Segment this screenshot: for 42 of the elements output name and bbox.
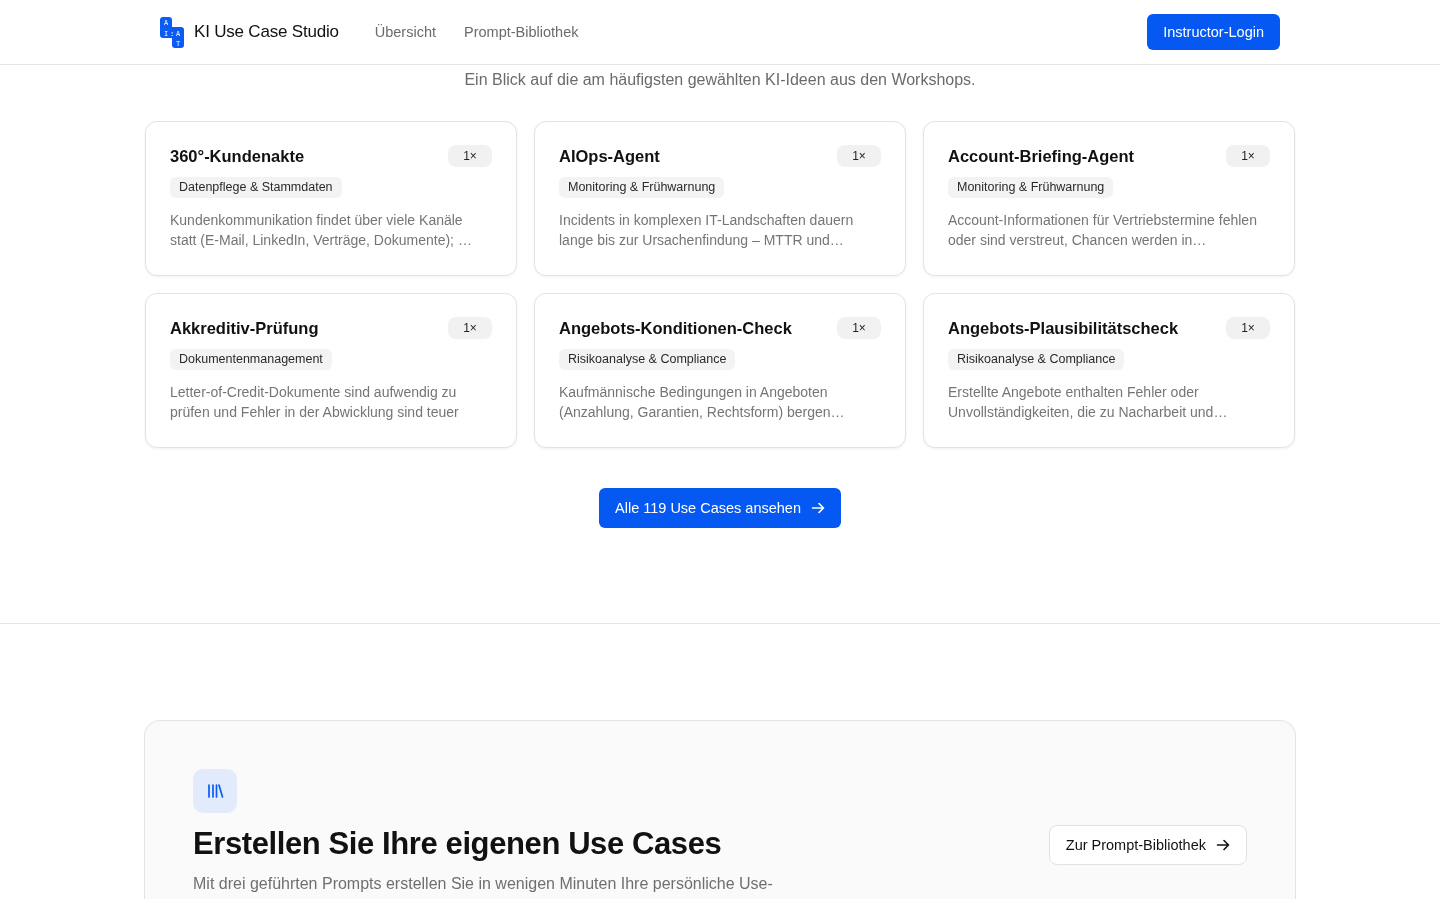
- card-description: Account-Informationen für Vertriebstermine fehlen oder sind verstreut, Chancen werden in…: [948, 211, 1258, 250]
- card-description: Kundenkommunikation findet über viele Kanäle statt (E-Mail, LinkedIn, Verträge, Dokumente); …: [170, 211, 473, 250]
- card-title: Angebots-Konditionen-Check: [559, 318, 792, 338]
- card-description: Kaufmännische Bedingungen in Angeboten (Anzahlung, Garantien, Rechtsform) bergen…: [559, 383, 846, 422]
- use-case-card[interactable]: Account-Briefing-Agent 1× Monitoring & Frühwarnung Account-Informationen für Vertriebstermine fehlen oder sind verstreut, Chancen werden in…: [923, 121, 1295, 276]
- category-tag: Monitoring & Frühwarnung: [559, 177, 725, 198]
- category-tag: Risikoanalyse & Compliance: [948, 349, 1125, 370]
- use-case-card[interactable]: Akkreditiv-Prüfung 1× Dokumentenmanagement Letter-of-Credit-Dokumente sind aufwendig zu prüfen und Fehler in der Abwicklung sind teuer: [145, 293, 517, 448]
- nav-link[interactable]: Übersicht: [374, 24, 436, 40]
- use-case-card[interactable]: 360°-Kundenakte 1× Datenpflege & Stammdaten Kundenkommunikation findet über viele Kanäle statt (E-Mail, LinkedIn, Verträge, Dokumente); …: [145, 121, 517, 276]
- arrow-right-icon: [1216, 838, 1230, 852]
- use-case-card[interactable]: Angebots-Plausibilitätscheck 1× Risikoanalyse & Compliance Erstellte Angebote enthalten Fehler oder Unvollständigkeiten, die zu Nacharbeit und…: [923, 293, 1295, 448]
- card-description: Erstellte Angebote enthalten Fehler oder Unvollständigkeiten, die zu Nacharbeit und…: [948, 383, 1229, 422]
- card-title: 360°-Kundenakte: [170, 146, 305, 166]
- login-button[interactable]: Instructor-Login: [1147, 14, 1280, 50]
- count-badge: 1×: [1226, 317, 1270, 339]
- prompt-library-button[interactable]: Zur Prompt-Bibliothek: [1048, 825, 1247, 865]
- card-title: AIOps-Agent: [559, 146, 660, 166]
- cta-text: Mit drei geführten Prompts erstellen Sie in wenigen Minuten Ihre persönliche Use-: [193, 874, 773, 894]
- category-tag: Monitoring & Frühwarnung: [948, 177, 1114, 198]
- category-tag: Dokumentenmanagement: [170, 349, 332, 370]
- books-icon: [193, 769, 237, 813]
- card-title: Account-Briefing-Agent: [948, 146, 1135, 166]
- cta-title: Erstellen Sie Ihre eigenen Use Cases: [193, 826, 722, 862]
- card-title: Angebots-Plausibilitätscheck: [948, 318, 1179, 338]
- brand-name: KI Use Case Studio: [194, 22, 339, 42]
- category-tag: Risikoanalyse & Compliance: [559, 349, 736, 370]
- use-case-card[interactable]: Angebots-Konditionen-Check 1× Risikoanalyse & Compliance Kaufmännische Bedingungen in Angeboten (Anzahlung, Garantien, Rechtsform) bergen…: [534, 293, 906, 448]
- count-badge: 1×: [837, 145, 881, 167]
- section-subtitle: Ein Blick auf die am häufigsten gewählten KI-Ideen aus den Workshops.: [463, 70, 977, 90]
- card-description: Letter-of-Credit-Dokumente sind aufwendig zu prüfen und Fehler in der Abwicklung sind teuer: [170, 383, 460, 422]
- count-badge: 1×: [837, 317, 881, 339]
- count-badge: 1×: [448, 145, 492, 167]
- card-description: Incidents in komplexen IT-Landschaften dauern lange bis zur Ursachenfindung – MTTR und…: [559, 211, 855, 250]
- use-case-card[interactable]: AIOps-Agent 1× Monitoring & Frühwarnung Incidents in komplexen IT-Landschaften dauern lange bis zur Ursachenfindung – MTTR und…: [534, 121, 906, 276]
- category-tag: Datenpflege & Stammdaten: [170, 177, 342, 198]
- count-badge: 1×: [1226, 145, 1270, 167]
- card-title: Akkreditiv-Prüfung: [170, 318, 319, 338]
- arrow-right-icon: [810, 501, 825, 515]
- view-all-button[interactable]: Alle 119 Use Cases ansehen: [599, 488, 841, 528]
- count-badge: 1×: [448, 317, 492, 339]
- nav-link[interactable]: Prompt-Bibliothek: [464, 24, 579, 40]
